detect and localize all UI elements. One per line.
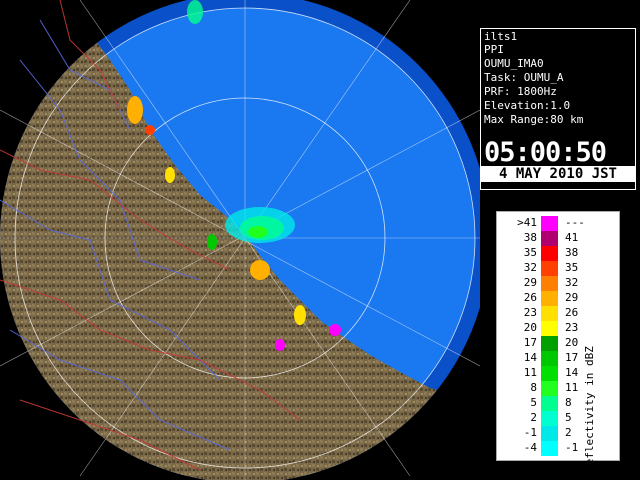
elevation-value: Elevation:1.0 — [484, 99, 571, 112]
legend-swatch — [541, 276, 558, 291]
legend-lower-bound: 29 — [523, 276, 537, 289]
legend-swatch — [541, 306, 558, 321]
legend-swatch — [541, 291, 558, 306]
legend-lower-bound: -4 — [523, 441, 537, 454]
legend-title: Reflectivity in dBZ — [583, 346, 596, 472]
legend-swatch — [541, 321, 558, 336]
site-name: OUMU_IMA0 — [484, 57, 544, 70]
legend-lower-bound: 2 — [530, 411, 537, 424]
legend-swatch — [541, 396, 558, 411]
legend-lower-bound: 35 — [523, 246, 537, 259]
legend-swatch — [541, 411, 558, 426]
legend-swatch — [541, 366, 558, 381]
legend-upper-bound: 32 — [565, 276, 579, 289]
legend-swatch — [541, 261, 558, 276]
legend-swatch — [541, 351, 558, 366]
max-range-value: Max Range:80 km — [484, 113, 584, 126]
legend-lower-bound: 11 — [523, 366, 537, 379]
legend-swatch — [541, 381, 558, 396]
legend-lower-bound: 26 — [523, 291, 537, 304]
prf-value: PRF: 1800Hz — [484, 85, 557, 98]
legend-upper-bound: 38 — [565, 246, 579, 259]
legend-upper-bound: --- — [565, 216, 585, 229]
legend-lower-bound: 38 — [523, 231, 537, 244]
legend-upper-bound: 35 — [565, 261, 579, 274]
legend-upper-bound: 29 — [565, 291, 579, 304]
radar-map — [0, 0, 480, 480]
legend-lower-bound: -1 — [523, 426, 537, 439]
legend-upper-bound: 26 — [565, 306, 579, 319]
scan-time: 05:00:50 — [484, 137, 607, 168]
legend-swatch — [541, 426, 558, 441]
legend-lower-bound: 32 — [523, 261, 537, 274]
legend-swatch — [541, 336, 558, 351]
legend-swatch — [541, 216, 558, 231]
radar-name: ilts1 — [484, 30, 518, 43]
legend-lower-bound: 5 — [530, 396, 537, 409]
reflectivity-legend: >41 --- 38 41 35 38 32 35 29 32 26 29 23 26 20 23 17 20 14… — [496, 211, 620, 472]
product-type: PPI — [484, 43, 504, 56]
legend-upper-bound: 41 — [565, 231, 579, 244]
legend-lower-bound: 8 — [530, 381, 537, 394]
scan-date: 4 MAY 2010 JST — [481, 166, 635, 182]
task-name: Task: OUMU_A — [484, 71, 564, 84]
legend-swatch — [541, 246, 558, 261]
legend-lower-bound: 17 — [523, 336, 537, 349]
legend-upper-bound: 23 — [565, 321, 579, 334]
legend-lower-bound: 14 — [523, 351, 537, 364]
legend-lower-bound: >41 — [517, 216, 537, 229]
legend-swatch — [541, 441, 558, 456]
radar-info-panel: ilts1 PPI OUMU_IMA0 Task: OUMU_A PRF: 18… — [480, 28, 636, 190]
legend-lower-bound: 23 — [523, 306, 537, 319]
legend-swatch — [541, 231, 558, 246]
legend-lower-bound: 20 — [523, 321, 537, 334]
